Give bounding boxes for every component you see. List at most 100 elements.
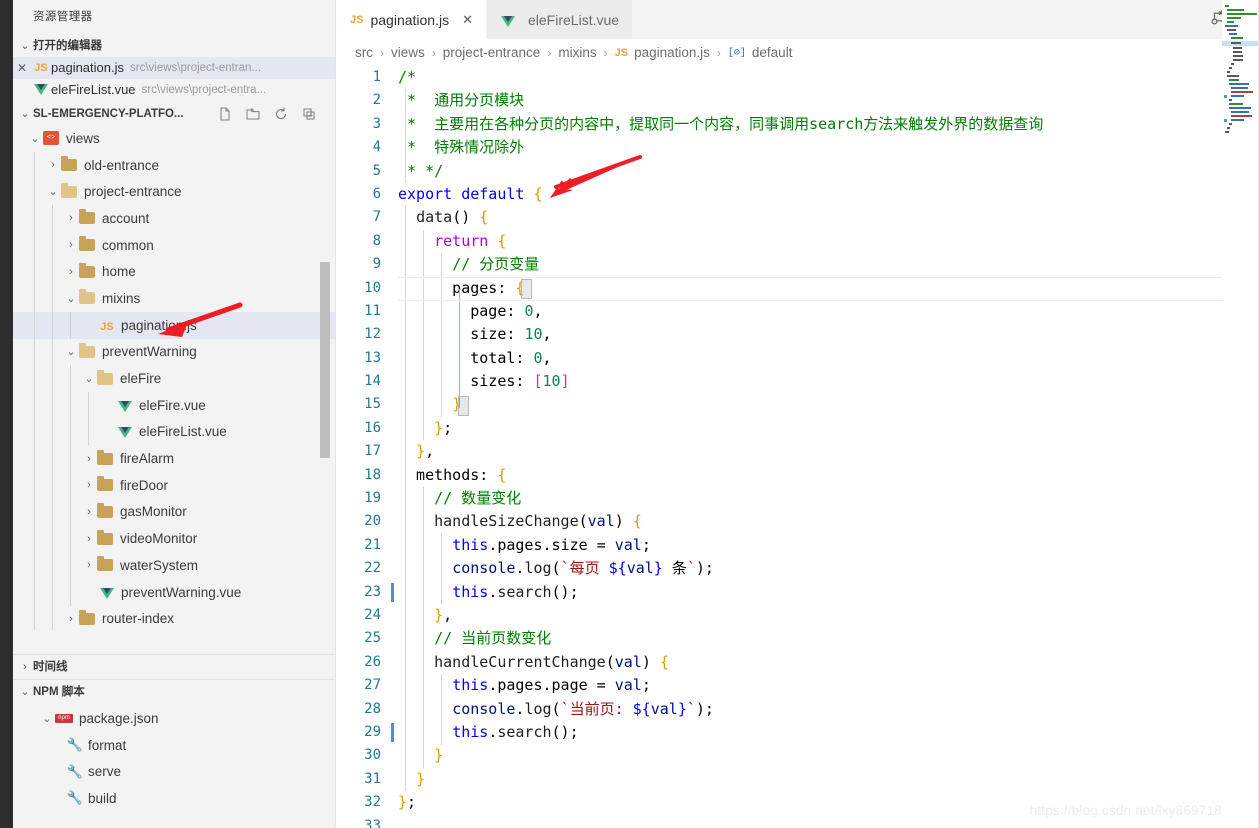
code-line[interactable]: 2 * 通用分页模块	[336, 89, 1259, 112]
tree-item-preventwarning-vue[interactable]: · preventWarning.vue	[13, 579, 335, 606]
tree-item-views[interactable]: ⌄ views	[13, 125, 335, 152]
new-file-icon[interactable]	[217, 106, 233, 122]
tree-item-common[interactable]: › common	[13, 232, 335, 259]
code-line[interactable]: 4 * 特殊情况除外	[336, 136, 1259, 159]
code-line[interactable]: 8 return {	[336, 230, 1259, 253]
npm-scripts-section-header[interactable]: ⌄ NPM 脚本	[13, 679, 335, 704]
tree-item-firedoor[interactable]: › fireDoor	[13, 472, 335, 499]
open-editor-item-elefirelist[interactable]: eleFireList.vue src\views\project-entra.…	[13, 79, 335, 101]
chevron-right-icon[interactable]: ›	[81, 559, 97, 571]
code-line[interactable]: 1 /*	[336, 66, 1259, 89]
npm-script-build[interactable]: 🔧 build	[13, 785, 335, 812]
breadcrumb-item-project-entrance[interactable]: project-entrance	[443, 45, 541, 60]
sidebar-scrollbar[interactable]	[320, 262, 330, 458]
code-line[interactable]: 12 size: 10,	[336, 323, 1259, 346]
chevron-right-icon[interactable]: ›	[63, 613, 79, 625]
tree-item-mixins[interactable]: ⌄ mixins	[13, 285, 335, 312]
chevron-down-icon[interactable]: ⌄	[63, 345, 79, 358]
chevron-down-icon[interactable]: ⌄	[63, 292, 79, 305]
tree-item-watersystem[interactable]: › waterSystem	[13, 552, 335, 579]
line-number: 21	[364, 536, 381, 553]
breadcrumb-item-src[interactable]: src	[355, 45, 373, 60]
breadcrumb-item-mixins[interactable]: mixins	[558, 45, 596, 60]
chevron-down-icon[interactable]: ⌄	[81, 372, 97, 385]
tree-item-router-index[interactable]: › router-index	[13, 605, 335, 630]
code-line[interactable]: 19 // 数量变化	[336, 487, 1259, 510]
code-line[interactable]: 3 * 主要用在各种分页的内容中，提取同一个内容，同事调用search方法来触发…	[336, 113, 1259, 136]
close-icon[interactable]: ✕	[462, 12, 473, 28]
code-line[interactable]: 26 handleCurrentChange(val) {	[336, 651, 1259, 674]
code-line[interactable]: 6 export default {	[336, 183, 1259, 206]
tree-item-account[interactable]: › account	[13, 205, 335, 232]
npm-script-format[interactable]: 🔧 format	[13, 732, 335, 759]
code-editor[interactable]: https://blog.csdn.net/lxy869718069 1/* 2 …	[336, 66, 1259, 828]
code-line[interactable]: 14 sizes: [10]	[336, 370, 1259, 393]
code-line[interactable]: 20 handleSizeChange(val) {	[336, 510, 1259, 533]
tree-item-project-entrance[interactable]: ⌄ project-entrance	[13, 178, 335, 205]
chevron-right-icon[interactable]: ›	[63, 239, 79, 251]
chevron-down-icon[interactable]: ⌄	[45, 185, 61, 198]
code-line[interactable]: 18 methods: {	[336, 464, 1259, 487]
code-line[interactable]: 32};	[336, 791, 1259, 814]
tree-item-firealarm[interactable]: › fireAlarm	[13, 445, 335, 472]
code-line[interactable]: 17 },	[336, 440, 1259, 463]
collapse-all-icon[interactable]	[301, 106, 317, 122]
code-line[interactable]: 27 this.pages.page = val;	[336, 674, 1259, 697]
breadcrumb-item-default-symbol[interactable]: default	[752, 45, 793, 60]
open-editors-section-header[interactable]: ⌄ 打开的编辑器	[13, 35, 335, 57]
chevron-right-icon[interactable]: ›	[81, 479, 97, 491]
code-line[interactable]: 10 pages: {	[336, 277, 1259, 300]
open-editors-list: ✕ JS pagination.js src\views\project-ent…	[13, 57, 335, 101]
chevron-right-icon[interactable]: ›	[81, 453, 97, 465]
chevron-down-icon[interactable]: ⌄	[27, 132, 43, 145]
open-editor-item-pagination[interactable]: ✕ JS pagination.js src\views\project-ent…	[13, 57, 335, 79]
tree-item-elefire-vue[interactable]: · eleFire.vue	[13, 392, 335, 419]
npm-script-serve[interactable]: 🔧 serve	[13, 758, 335, 785]
code-line[interactable]: 29 this.search();	[336, 721, 1259, 744]
tree-item-elefire[interactable]: ⌄ eleFire	[13, 365, 335, 392]
code-line[interactable]: 7 data() {	[336, 206, 1259, 229]
code-line[interactable]: 15 }	[336, 393, 1259, 416]
code-line[interactable]: 31 }	[336, 768, 1259, 791]
chevron-right-icon[interactable]: ›	[81, 506, 97, 518]
new-folder-icon[interactable]	[245, 106, 261, 122]
breadcrumb-item-pagination-js[interactable]: pagination.js	[634, 45, 710, 60]
npm-scripts-label: NPM 脚本	[33, 686, 85, 698]
editor-minimap[interactable]	[1222, 0, 1259, 828]
close-icon[interactable]: ✕	[13, 57, 31, 79]
refresh-icon[interactable]	[273, 106, 289, 122]
tree-item-gasmonitor[interactable]: › gasMonitor	[13, 499, 335, 526]
code-line[interactable]: 5 * */	[336, 160, 1259, 183]
code-line[interactable]: 9 // 分页变量	[336, 253, 1259, 276]
code-line[interactable]: 23 this.search();	[336, 581, 1259, 604]
tree-item-home[interactable]: › home	[13, 258, 335, 285]
breadcrumb-item-views[interactable]: views	[391, 45, 425, 60]
code-line[interactable]: 11 page: 0,	[336, 300, 1259, 323]
timeline-section-header[interactable]: › 时间线	[13, 654, 335, 679]
code-line[interactable]: 24 },	[336, 604, 1259, 627]
project-section-header[interactable]: ⌄ SL-EMERGENCY-PLATFO...	[13, 103, 335, 125]
code-indent-guide	[441, 253, 443, 417]
chevron-right-icon[interactable]: ›	[63, 266, 79, 278]
tab-elefirelist-vue[interactable]: eleFireList.vue	[487, 0, 634, 39]
code-line[interactable]: 16 };	[336, 417, 1259, 440]
code-line[interactable]: 28 console.log(`当前页: ${val}`);	[336, 698, 1259, 721]
tree-item-videomonitor[interactable]: › videoMonitor	[13, 525, 335, 552]
tab-pagination-js[interactable]: JS pagination.js ✕	[336, 0, 487, 39]
breadcrumb-separator: ›	[603, 45, 608, 60]
code-line[interactable]: 21 this.pages.size = val;	[336, 534, 1259, 557]
code-line[interactable]: 33	[336, 815, 1259, 828]
chevron-right-icon[interactable]: ›	[63, 212, 79, 224]
chevron-right-icon[interactable]: ›	[45, 159, 61, 171]
code-line[interactable]: 13 total: 0,	[336, 347, 1259, 370]
tree-item-pagination-js[interactable]: ·JS pagination.js	[13, 311, 335, 339]
code-line[interactable]: 30 }	[336, 744, 1259, 767]
code-line[interactable]: 25 // 当前页数变化	[336, 627, 1259, 650]
tree-item-preventwarning[interactable]: ⌄ preventWarning	[13, 339, 335, 366]
tree-item-elefirelist-vue[interactable]: · eleFireList.vue	[13, 419, 335, 446]
tree-item-old-entrance[interactable]: › old-entrance	[13, 152, 335, 179]
npm-package-json-row[interactable]: ⌄ package.json	[13, 705, 335, 732]
chevron-right-icon[interactable]: ›	[81, 533, 97, 545]
activity-bar[interactable]	[0, 0, 13, 828]
code-line[interactable]: 22 console.log(`每页 ${val} 条`);	[336, 557, 1259, 580]
